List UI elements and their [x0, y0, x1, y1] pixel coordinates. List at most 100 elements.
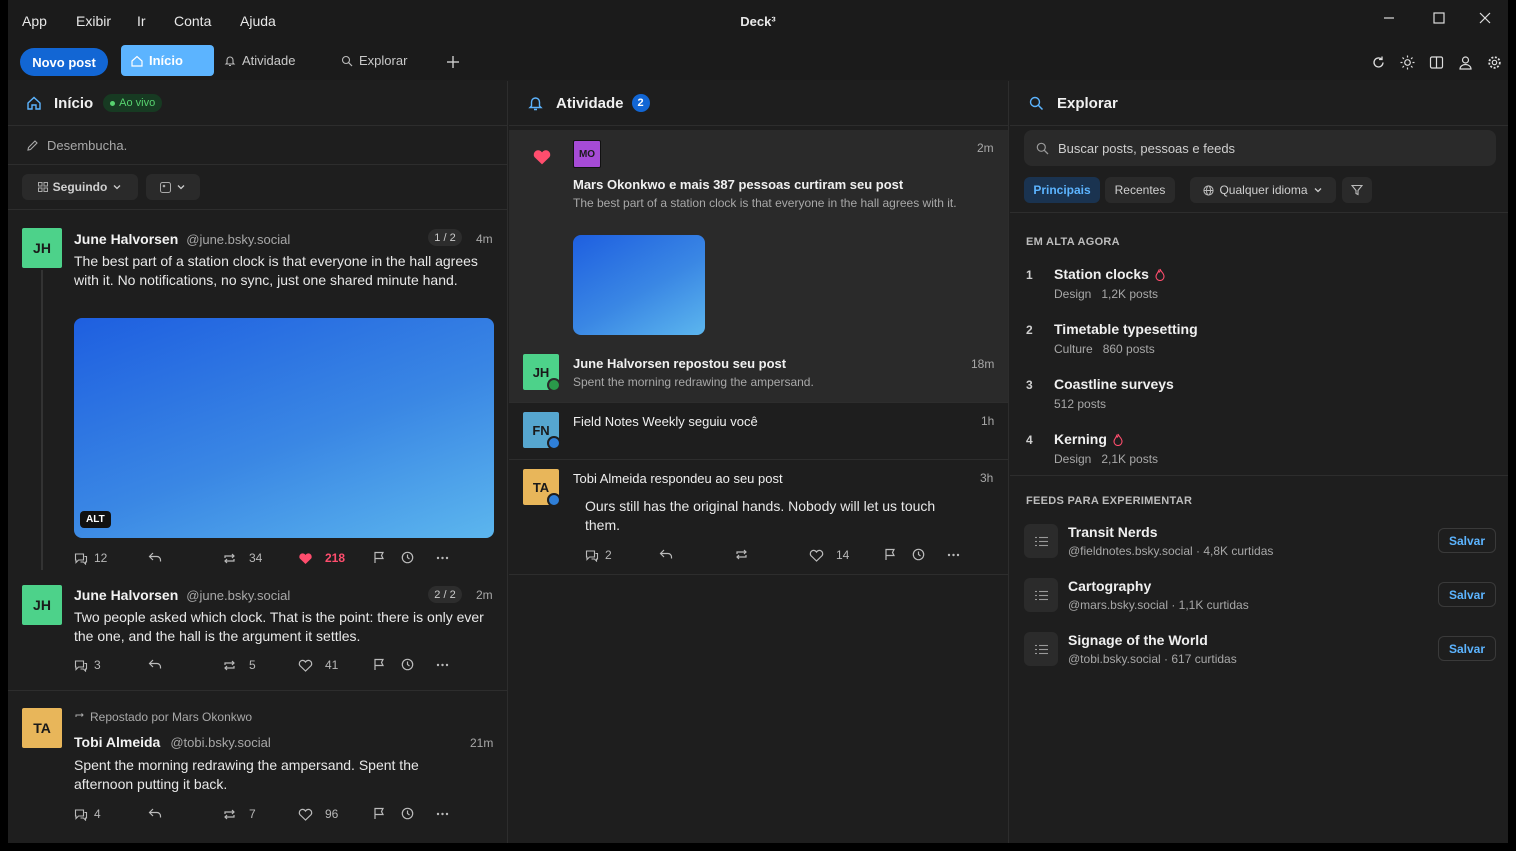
repost-count: 34	[249, 551, 263, 565]
like-button[interactable]: 218	[298, 551, 345, 565]
settings-icon[interactable]	[1485, 53, 1503, 71]
thread-counter: 1 / 2	[428, 229, 462, 246]
media-filter-dropdown[interactable]	[146, 174, 200, 200]
maximize-icon[interactable]	[1426, 8, 1452, 28]
reply-icon[interactable]	[659, 548, 673, 560]
clock-icon[interactable]	[401, 551, 414, 564]
repost-button[interactable]: 5	[222, 658, 256, 672]
notification-image[interactable]	[573, 235, 705, 335]
author-name[interactable]: June Halvorsen	[74, 587, 178, 603]
columns-layout-icon[interactable]	[1427, 53, 1445, 71]
new-post-button[interactable]: Novo post	[20, 48, 108, 76]
more-icon[interactable]	[436, 807, 449, 820]
avatar[interactable]: TA	[22, 708, 62, 748]
like-button[interactable]: 14	[809, 548, 849, 562]
post-card[interactable]: JH June Halvorsen @june.bsky.social 1 / …	[8, 210, 507, 572]
feeds-label: FEEDS PARA EXPERIMENTAR	[1026, 495, 1193, 507]
feed-item[interactable]: Transit Nerds @fieldnotes.bsky.social · …	[1010, 519, 1508, 565]
repost-indicator: Repostado por Mars Okonkwo	[74, 710, 252, 724]
window-title: Deck³	[740, 14, 776, 29]
add-column-icon[interactable]	[444, 53, 462, 71]
trend-post-count: 512 posts	[1054, 397, 1107, 411]
more-icon[interactable]	[436, 551, 449, 564]
more-icon[interactable]	[947, 548, 960, 561]
language-label: Qualquer idioma	[1219, 183, 1308, 197]
trending-item[interactable]: 3 Coastline surveys 512 posts	[1010, 369, 1508, 417]
search-input[interactable]: Buscar posts, pessoas e feeds	[1024, 130, 1496, 166]
tab-home[interactable]: Início	[121, 45, 214, 76]
globe-icon	[1203, 184, 1215, 196]
reply-count-button[interactable]: 12	[74, 551, 107, 565]
trending-item[interactable]: 4 Kerning Design 2,1K posts	[1010, 424, 1508, 472]
heart-filled-icon	[532, 148, 552, 166]
reposted-by-label[interactable]: Repostado por Mars Okonkwo	[90, 710, 252, 724]
trending-item[interactable]: 2 Timetable typesetting Culture 860 posts	[1010, 314, 1508, 362]
post-time[interactable]: 21m	[470, 736, 493, 750]
trend-title: Station clocks	[1054, 266, 1149, 282]
repost-button[interactable]: 7	[222, 807, 256, 821]
flag-icon[interactable]	[884, 548, 897, 561]
repost-button[interactable]: 34	[222, 551, 262, 565]
reply-count-button[interactable]: 3	[74, 658, 101, 672]
clock-icon[interactable]	[401, 807, 414, 820]
reply-icon[interactable]	[148, 807, 162, 819]
trend-title: Coastline surveys	[1054, 376, 1174, 392]
feed-item[interactable]: Signage of the World @tobi.bsky.social ·…	[1010, 627, 1508, 673]
author-handle[interactable]: @june.bsky.social	[186, 232, 290, 247]
like-button[interactable]: 96	[298, 807, 338, 821]
post-time[interactable]: 4m	[476, 232, 493, 246]
filter-icon[interactable]	[1342, 177, 1372, 203]
notification-follow[interactable]: FN 1h Field Notes Weekly seguiu você	[509, 403, 1008, 459]
post-time[interactable]: 2m	[476, 588, 493, 602]
filter-recent[interactable]: Recentes	[1105, 177, 1175, 203]
clock-icon[interactable]	[401, 658, 414, 671]
save-feed-button[interactable]: Salvar	[1438, 582, 1496, 607]
avatar[interactable]: JH	[22, 585, 62, 625]
refresh-icon[interactable]	[1369, 53, 1387, 71]
reply-count-button[interactable]: 4	[74, 807, 101, 821]
avatar[interactable]: MO	[573, 140, 601, 168]
more-icon[interactable]	[436, 658, 449, 671]
author-handle[interactable]: @tobi.bsky.social	[170, 735, 270, 750]
following-filter-dropdown[interactable]: Seguindo	[22, 174, 138, 200]
post-card[interactable]: JH June Halvorsen @june.bsky.social 2 / …	[8, 572, 507, 690]
reply-count: 2	[605, 548, 612, 562]
minimize-icon[interactable]	[1376, 8, 1402, 28]
save-feed-button[interactable]: Salvar	[1438, 528, 1496, 553]
feed-item[interactable]: Cartography @mars.bsky.social · 1,1K cur…	[1010, 573, 1508, 619]
notification-time: 1h	[981, 414, 995, 428]
composer[interactable]: Desembucha.	[8, 126, 507, 165]
notification-like[interactable]: MO 2m Mars Okonkwo e mais 387 pessoas cu…	[509, 130, 1008, 343]
like-count: 218	[325, 551, 346, 565]
post-image[interactable]: ALT	[74, 318, 494, 538]
flag-icon[interactable]	[373, 807, 386, 820]
filter-top[interactable]: Principais	[1024, 177, 1100, 203]
notification-repost[interactable]: JH 18m June Halvorsen repostou seu post …	[509, 343, 1008, 402]
notification-reply[interactable]: TA 3h Tobi Almeida respondeu ao seu post…	[509, 460, 1008, 574]
avatar[interactable]: JH	[22, 228, 62, 268]
trend-rank: 1	[1026, 268, 1033, 282]
reply-count-button[interactable]: 2	[585, 548, 612, 562]
author-name[interactable]: June Halvorsen	[74, 231, 178, 247]
reply-icon[interactable]	[148, 551, 162, 563]
trending-item[interactable]: 1 Station clocks Design 1,2K posts	[1010, 259, 1508, 307]
close-icon[interactable]	[1472, 8, 1498, 28]
post-card[interactable]: TA Repostado por Mars Okonkwo Tobi Almei…	[8, 691, 507, 843]
trend-post-count: 2,1K posts	[1101, 452, 1159, 466]
clock-icon[interactable]	[912, 548, 925, 561]
alt-badge[interactable]: ALT	[80, 511, 111, 528]
theme-icon[interactable]	[1398, 53, 1416, 71]
save-feed-button[interactable]: Salvar	[1438, 636, 1496, 661]
profile-icon[interactable]	[1456, 53, 1474, 71]
flag-icon[interactable]	[373, 658, 386, 671]
repost-icon[interactable]	[734, 548, 749, 561]
author-name[interactable]: Tobi Almeida	[74, 734, 160, 750]
language-dropdown[interactable]: Qualquer idioma	[1190, 177, 1336, 203]
tab-explore[interactable]: Explorar	[331, 45, 431, 76]
author-handle[interactable]: @june.bsky.social	[186, 588, 290, 603]
notification-excerpt: Spent the morning redrawing the ampersan…	[573, 375, 814, 389]
flag-icon[interactable]	[373, 551, 386, 564]
like-button[interactable]: 41	[298, 658, 338, 672]
reply-icon[interactable]	[148, 658, 162, 670]
tab-activity[interactable]: Atividade	[214, 45, 318, 76]
